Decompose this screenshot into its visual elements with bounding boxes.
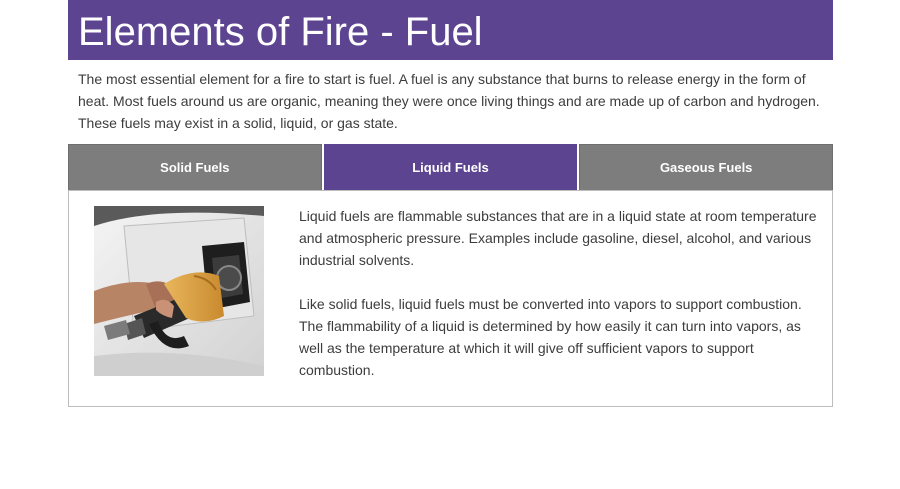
- page-title: Elements of Fire - Fuel: [78, 10, 483, 54]
- tab-panel-text: Liquid fuels are flammable substances th…: [299, 205, 827, 403]
- tab-gaseous-fuels[interactable]: Gaseous Fuels: [579, 144, 834, 191]
- intro-paragraph: The most essential element for a fire to…: [78, 71, 820, 131]
- fuel-nozzle-photo-icon: [94, 206, 264, 376]
- title-banner: Elements of Fire - Fuel: [68, 0, 833, 60]
- liquid-fuels-paragraph-1: Liquid fuels are flammable substances th…: [299, 208, 817, 268]
- liquid-fuels-paragraph-2: Like solid fuels, liquid fuels must be c…: [299, 296, 802, 378]
- fuel-nozzle-image: [94, 206, 264, 376]
- fuel-tabs: Solid Fuels Liquid Fuels Gaseous Fuels: [68, 144, 834, 191]
- tab-panel-liquid-fuels: Liquid fuels are flammable substances th…: [68, 190, 833, 407]
- tab-liquid-fuels[interactable]: Liquid Fuels: [323, 144, 578, 191]
- tab-solid-fuels[interactable]: Solid Fuels: [68, 144, 322, 191]
- page: Elements of Fire - Fuel The most essenti…: [0, 0, 900, 489]
